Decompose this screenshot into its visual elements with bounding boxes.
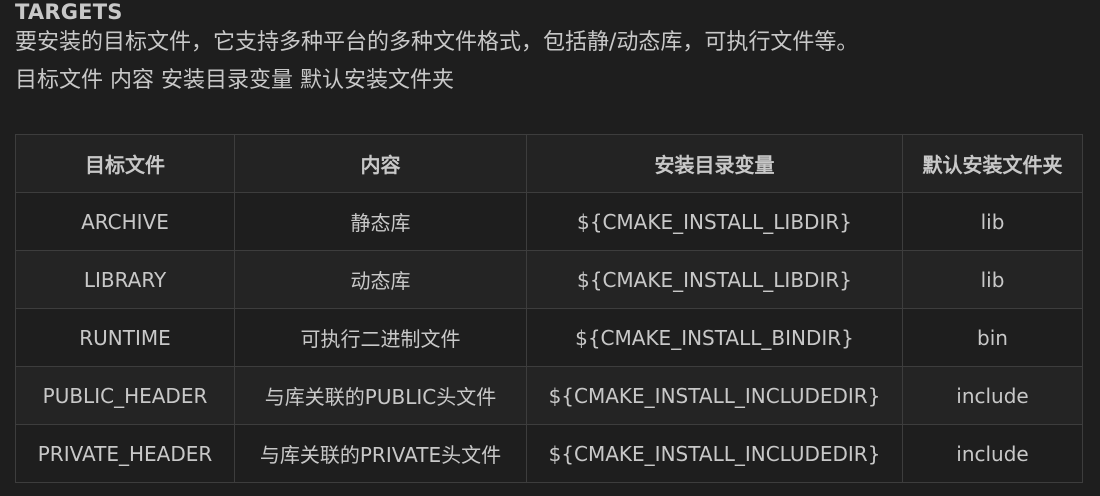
cell-default-install-folder: include [902,424,1083,483]
table-row: ARCHIVE 静态库 ${CMAKE_INSTALL_LIBDIR} lib [15,192,1083,251]
header-install-dir-variable: 安装目录变量 [526,134,903,193]
table-row: LIBRARY 动态库 ${CMAKE_INSTALL_LIBDIR} lib [15,250,1083,309]
cell-install-dir-variable: ${CMAKE_INSTALL_INCLUDEDIR} [526,424,903,483]
table-header-row: 目标文件 内容 安装目录变量 默认安装文件夹 [15,134,1083,193]
cell-default-install-folder: lib [902,250,1083,309]
table-row: PUBLIC_HEADER 与库关联的PUBLIC头文件 ${CMAKE_INS… [15,366,1083,425]
cell-default-install-folder: lib [902,192,1083,251]
cell-content: 动态库 [234,250,527,309]
section-title: TARGETS [15,0,123,24]
cell-target-file: LIBRARY [15,250,235,309]
cell-target-file: RUNTIME [15,308,235,367]
section-summary: 目标文件 内容 安装目录变量 默认安装文件夹 [15,68,454,93]
cell-target-file: ARCHIVE [15,192,235,251]
cell-default-install-folder: include [902,366,1083,425]
cell-content: 与库关联的PUBLIC头文件 [234,366,527,425]
cell-content: 可执行二进制文件 [234,308,527,367]
cell-install-dir-variable: ${CMAKE_INSTALL_LIBDIR} [526,192,903,251]
cell-content: 与库关联的PRIVATE头文件 [234,424,527,483]
cell-install-dir-variable: ${CMAKE_INSTALL_BINDIR} [526,308,903,367]
table-row: RUNTIME 可执行二进制文件 ${CMAKE_INSTALL_BINDIR}… [15,308,1083,367]
cell-target-file: PUBLIC_HEADER [15,366,235,425]
header-default-install-folder: 默认安装文件夹 [902,134,1083,193]
cell-install-dir-variable: ${CMAKE_INSTALL_LIBDIR} [526,250,903,309]
table-row: PRIVATE_HEADER 与库关联的PRIVATE头文件 ${CMAKE_I… [15,424,1083,483]
header-content: 内容 [234,134,527,193]
cell-default-install-folder: bin [902,308,1083,367]
header-target-file: 目标文件 [15,134,235,193]
document-page: TARGETS 要安装的目标文件，它支持多种平台的多种文件格式，包括静/动态库，… [0,0,1100,496]
cell-target-file: PRIVATE_HEADER [15,424,235,483]
cell-content: 静态库 [234,192,527,251]
cell-install-dir-variable: ${CMAKE_INSTALL_INCLUDEDIR} [526,366,903,425]
section-description: 要安装的目标文件，它支持多种平台的多种文件格式，包括静/动态库，可执行文件等。 [15,30,859,55]
targets-table: 目标文件 内容 安装目录变量 默认安装文件夹 ARCHIVE 静态库 ${CMA… [15,134,1083,483]
